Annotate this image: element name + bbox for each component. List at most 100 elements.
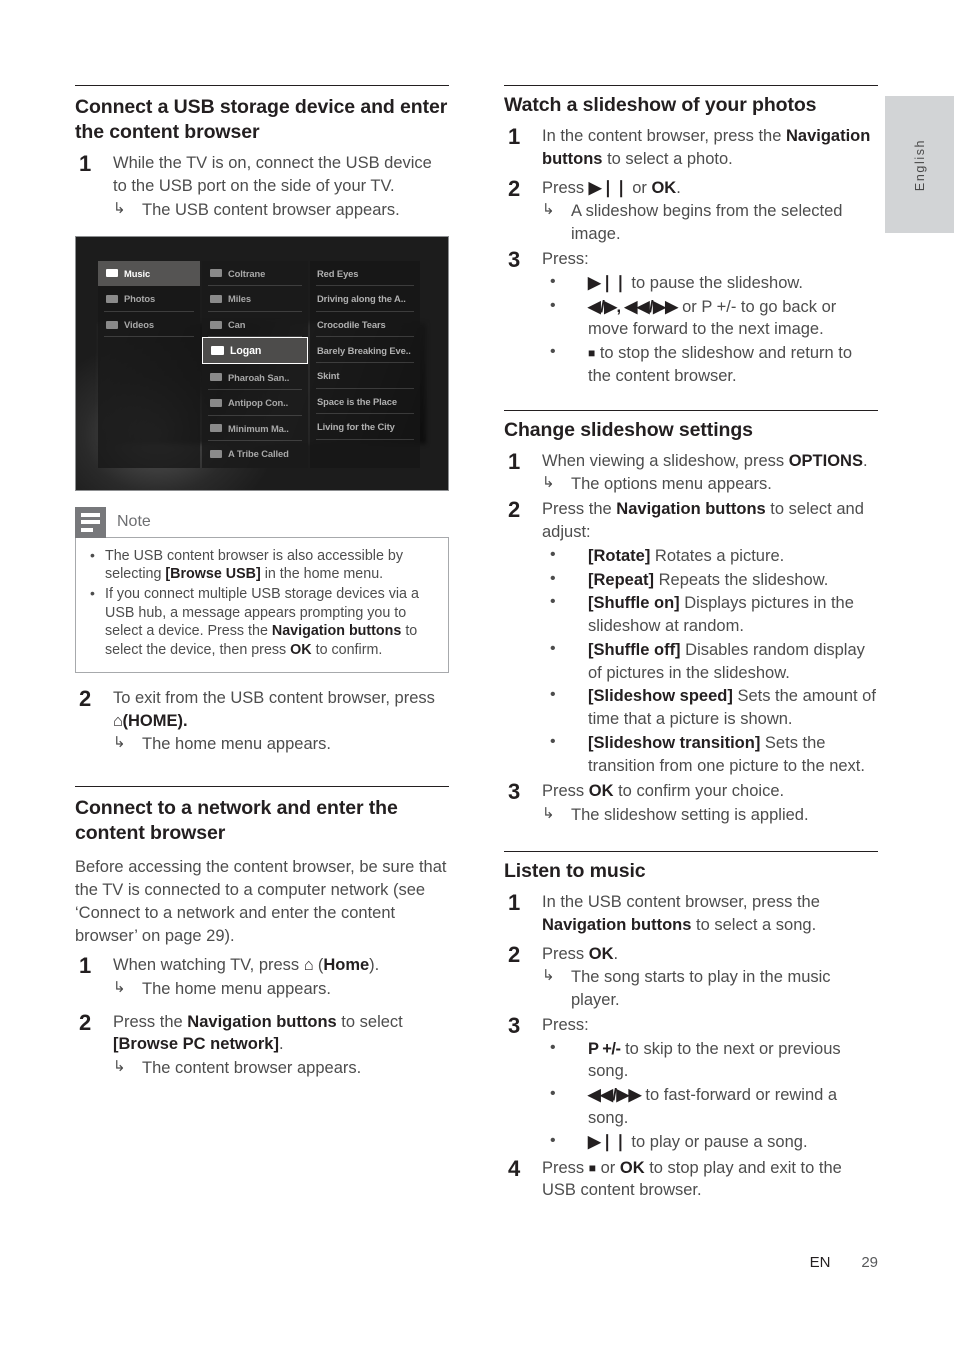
tv-content-browser-screenshot: Music Photos Videos Coltrane Miles Can L… bbox=[75, 235, 449, 491]
step-text-a: Press bbox=[542, 782, 589, 801]
left-column: Connect a USB storage device and enter t… bbox=[75, 85, 449, 1082]
tv-list-item-label: Coltrane bbox=[228, 267, 266, 279]
step-bold: OK bbox=[588, 782, 614, 801]
step-item: 1 While the TV is on, connect the USB de… bbox=[75, 151, 449, 222]
tv-list-item[interactable]: Minimum Ma.. bbox=[202, 416, 308, 442]
page-title: Connect a USB storage device and enter t… bbox=[75, 96, 448, 144]
step-bold: OK bbox=[619, 1158, 645, 1177]
bullet-dot-icon: • bbox=[550, 545, 556, 563]
step-text-a: To exit from the USB content browser, pr… bbox=[113, 688, 435, 707]
tv-list-item[interactable]: Music bbox=[98, 260, 200, 287]
tv-list-item-label: Videos bbox=[124, 319, 154, 331]
tv-track-item[interactable]: Barely Breaking Eve.. bbox=[310, 337, 420, 363]
tv-list-item[interactable]: Photos bbox=[98, 286, 200, 312]
step-text: Press ▶❘❘ or OK. bbox=[542, 177, 878, 200]
step-item: 2 Press OK. ↳ The song starts to play in… bbox=[504, 942, 878, 1012]
tv-list-item[interactable]: Videos bbox=[98, 312, 200, 338]
step-bold: Home bbox=[323, 956, 370, 975]
section-divider bbox=[75, 786, 449, 788]
result-arrow-icon: ↳ bbox=[113, 1058, 126, 1076]
folder-icon bbox=[211, 346, 224, 356]
step-result-text: The home menu appears. bbox=[142, 735, 331, 754]
tv-track-item[interactable]: Driving along the A.. bbox=[310, 286, 420, 312]
note-bullet: • If you connect multiple USB storage de… bbox=[88, 585, 436, 660]
result-arrow-icon: ↳ bbox=[542, 474, 555, 492]
language-tab-label: English bbox=[912, 138, 927, 191]
bullet-dot-icon: • bbox=[550, 593, 556, 611]
tv-list-item[interactable]: Pharoah San.. bbox=[202, 364, 308, 390]
step-item: 3 Press: • P +/- to skip to the next or … bbox=[504, 1013, 878, 1154]
play-pause-icon: ▶❘❘ bbox=[588, 178, 628, 197]
slideshow-steps-list: 1 In the content browser, press the Navi… bbox=[504, 124, 878, 387]
tv-list-item[interactable]: A Tribe Called bbox=[202, 441, 308, 467]
footer-language-code: EN bbox=[809, 1254, 831, 1271]
slideshow-setting-bullets: • [Rotate] Rotates a picture. • [Repeat]… bbox=[542, 545, 878, 778]
tv-list-item-label: Minimum Ma.. bbox=[228, 422, 289, 434]
result-arrow-icon: ↳ bbox=[542, 805, 555, 823]
usb-steps-list-continued: 2 To exit from the USB content browser, … bbox=[75, 686, 449, 756]
step-bold: Navigation buttons bbox=[616, 500, 766, 519]
tv-list-item-label: Can bbox=[228, 319, 246, 331]
step-number: 2 bbox=[508, 497, 521, 523]
note-bullet-text-e: to confirm. bbox=[311, 642, 383, 659]
music-steps-list: 1 In the USB content browser, press the … bbox=[504, 890, 878, 1203]
folder-icon bbox=[210, 449, 222, 458]
tv-track-item[interactable]: Crocodile Tears bbox=[310, 312, 420, 338]
section-divider bbox=[75, 85, 449, 86]
folder-icon bbox=[210, 373, 222, 382]
bullet-dot-icon: • bbox=[550, 686, 556, 704]
step-text: When watching TV, press ⌂ (Home). bbox=[113, 954, 449, 977]
folder-icon bbox=[210, 398, 222, 407]
bullet-item: • ▶❘❘ to pause the slideshow. bbox=[542, 272, 878, 295]
step-result: ↳ The slideshow setting is applied. bbox=[542, 804, 878, 827]
bullet-item: • [Shuffle off] Disables random display … bbox=[542, 639, 878, 685]
step-result-text: The slideshow setting is applied. bbox=[571, 806, 809, 825]
settings-steps-list: 1 When viewing a slideshow, press OPTION… bbox=[504, 449, 878, 827]
bullet-text: to pause the slideshow. bbox=[626, 273, 803, 292]
tv-track-item[interactable]: Space is the Place bbox=[310, 389, 420, 415]
bullet-dot-icon: • bbox=[90, 585, 95, 602]
tv-list-item-selected[interactable]: Logan bbox=[202, 337, 308, 365]
step-bold: OK bbox=[588, 944, 614, 963]
step-item: 4 Press ■ or OK to stop play and exit to… bbox=[504, 1156, 878, 1203]
tv-list-item[interactable]: Miles bbox=[202, 286, 308, 312]
note-bullet: • The USB content browser is also access… bbox=[88, 547, 436, 584]
step-text-a: In the content browser, press the bbox=[542, 127, 786, 146]
step-item: 2 Press ▶❘❘ or OK. ↳ A slideshow begins … bbox=[504, 175, 878, 246]
bullet-item: • ▶❘❘ to play or pause a song. bbox=[542, 1131, 878, 1154]
tv-list-item[interactable]: Coltrane bbox=[202, 261, 308, 287]
step-item: 1 When viewing a slideshow, press OPTION… bbox=[504, 449, 878, 497]
tv-track-item[interactable]: Red Eyes bbox=[310, 261, 420, 287]
bullet-dot-icon: • bbox=[550, 639, 556, 657]
step-item: 1 In the content browser, press the Navi… bbox=[504, 124, 878, 171]
step-number: 2 bbox=[508, 175, 521, 201]
step-text-c: . bbox=[278, 1035, 284, 1054]
step-result: ↳ The options menu appears. bbox=[542, 473, 878, 496]
bullet-bold: [Shuffle off] bbox=[588, 640, 681, 659]
result-arrow-icon: ↳ bbox=[542, 201, 555, 219]
section-intro-text: Before accessing the content browser, be… bbox=[75, 858, 447, 946]
tv-media-type-column: Music Photos Videos bbox=[98, 260, 200, 468]
step-text-b: or bbox=[627, 178, 652, 197]
section-divider bbox=[504, 850, 878, 852]
tv-track-item[interactable]: Skint bbox=[310, 363, 420, 389]
tv-track-label: Red Eyes bbox=[317, 267, 359, 279]
tv-list-item-label: A Tribe Called bbox=[228, 448, 289, 460]
step-text: Press the Navigation buttons to select a… bbox=[542, 498, 878, 544]
right-column: Watch a slideshow of your photos 1 In th… bbox=[504, 85, 878, 1204]
result-arrow-icon: ↳ bbox=[113, 734, 126, 752]
step-number: 1 bbox=[508, 890, 521, 916]
step-result: ↳ The USB content browser appears. bbox=[113, 199, 449, 222]
bullet-dot-icon: • bbox=[550, 272, 556, 290]
rewind-forward-icon: ◀◀/▶▶ bbox=[588, 1086, 641, 1105]
step-number: 2 bbox=[79, 1009, 92, 1035]
bullet-dot-icon: • bbox=[550, 1131, 556, 1149]
tv-track-label: Space is the Place bbox=[317, 395, 398, 407]
tv-track-item[interactable]: Living for the City bbox=[310, 414, 420, 440]
tv-list-item-label: Antipop Con.. bbox=[228, 397, 289, 409]
tv-list-item[interactable]: Can bbox=[202, 312, 308, 338]
step-number: 1 bbox=[79, 151, 92, 177]
tv-list-item[interactable]: Antipop Con.. bbox=[202, 390, 308, 416]
bullet-dot-icon: • bbox=[550, 1085, 556, 1103]
bullet-dot-icon: • bbox=[550, 569, 556, 587]
